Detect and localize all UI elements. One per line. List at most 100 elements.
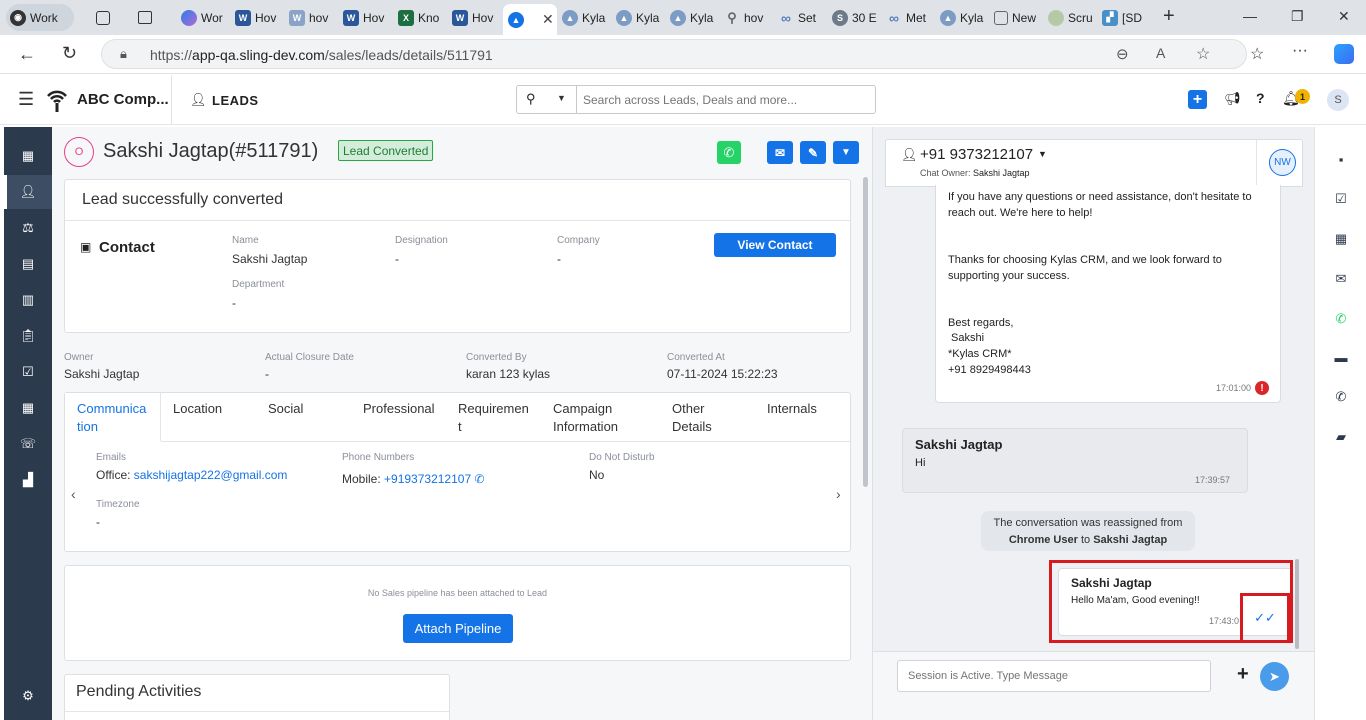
word-icon: W [289,9,305,26]
edit-button[interactable]: ✎ [800,141,826,164]
browser-tab[interactable]: W Hov [452,4,500,31]
tab-scroll-left-icon[interactable]: ‹ [71,486,76,502]
browser-tab[interactable]: X Kno [398,4,446,31]
tasks-check-icon[interactable]: ☑ [1333,191,1349,207]
browser-tab[interactable]: Scru [1048,4,1096,31]
tab-actions-button[interactable] [138,4,156,31]
kylas-icon: ▲ [670,9,686,26]
header-divider [171,75,172,124]
browser-tab[interactable]: ⚲ hov [724,4,772,31]
incoming-message: Sakshi Jagtap Hi 17:39:57 [902,428,1248,493]
url-field[interactable]: 🔒︎ https://app-qa.sling-dev.com/sales/le… [101,39,1247,69]
notes-icon[interactable]: ▪ [1333,151,1349,167]
dashboard-icon[interactable]: ▦ [19,147,37,165]
favorites-icon[interactable]: ☆ [1250,44,1264,64]
company-name[interactable]: ABC Comp... [77,91,169,108]
browser-tab[interactable]: Wor [181,4,227,31]
tab-requirement[interactable]: Requiremen t [458,400,529,436]
browser-tab[interactable]: New [994,4,1042,31]
browser-tab[interactable]: S 30 E [832,4,880,31]
search-input[interactable] [583,89,869,110]
message-input[interactable] [897,660,1211,692]
tasks-icon[interactable]: ☑ [19,363,37,381]
tab-professional[interactable]: Professional [363,400,435,418]
quick-add-button[interactable]: + [1188,90,1207,109]
message-time: 17:39:57 [1195,475,1231,485]
phone-link[interactable]: +919373212107 [384,472,471,486]
status-badge: Lead Converted [338,140,434,161]
new-tab-button[interactable]: + [1163,5,1175,28]
more-menu-icon[interactable]: ··· [1292,42,1308,60]
browser-tab[interactable]: ▲ Kyla [562,4,610,31]
user-avatar[interactable]: S [1327,89,1349,111]
browser-tab[interactable]: W Hov [343,4,391,31]
phone-selector-dropdown[interactable]: ▼ [1038,149,1047,159]
profile-button[interactable]: ◉ Work [6,4,74,31]
call-icon[interactable]: ✆ [474,472,484,486]
collections-button[interactable] [96,4,114,31]
browser-tab[interactable]: ∞ Met [886,4,934,31]
phone-icon[interactable]: ✆ [1333,389,1349,405]
leads-icon[interactable]: 👤︎ [19,183,37,201]
contact-card-icon: ▣ [80,240,92,254]
tab-other-details[interactable]: Other Details [672,400,712,436]
contacts-icon[interactable]: ▤ [19,255,37,273]
timezone-label: Timezone [96,499,140,510]
whatsapp-icon[interactable]: ✆ [1333,311,1349,327]
designation-value: - [395,252,399,266]
whatsapp-button[interactable]: ✆ [717,141,741,164]
tab-internals[interactable]: Internals [767,400,817,418]
copilot-icon[interactable] [1334,44,1354,64]
refresh-icon[interactable]: ↻ [62,43,77,64]
close-window-button[interactable]: ✕ [1338,8,1350,25]
copilot-icon [181,9,197,26]
search-scope-dropdown[interactable]: ▼ [557,93,566,103]
close-tab-icon[interactable]: ✕ [542,11,554,28]
browser-tab[interactable]: ∞ Set [778,4,826,31]
tab-location[interactable]: Location [173,400,222,418]
attach-pipeline-button[interactable]: Attach Pipeline [403,614,513,643]
browser-tab[interactable]: ▲ Kyla [616,4,664,31]
browser-tab-active[interactable]: ▲ ✕ [503,4,557,35]
restore-button[interactable]: ❐ [1291,8,1304,25]
main-scrollbar[interactable] [863,177,868,487]
failed-alert-icon[interactable]: ! [1255,381,1269,395]
message-sender: Sakshi Jagtap [915,437,1003,452]
browser-tab[interactable]: ▞ [SD [1102,4,1150,31]
browser-tab[interactable]: ▲ Kyla [940,4,988,31]
calendar-icon[interactable]: ▦ [19,399,37,417]
calls-icon[interactable]: ☏ [19,435,37,453]
deals-icon[interactable]: ⚖ [19,219,37,237]
announcement-icon[interactable]: 📢︎ [1224,91,1241,107]
more-actions-dropdown[interactable]: ▼ [833,141,859,164]
browser-tab[interactable]: W Hov [235,4,283,31]
favorite-star-icon[interactable]: ☆ [1196,44,1210,64]
tab-campaign-information[interactable]: Campaign Information [553,400,618,436]
help-icon[interactable]: ? [1256,90,1265,106]
view-contact-button[interactable]: View Contact [714,233,836,257]
browser-tab[interactable]: ▲ Kyla [670,4,718,31]
attach-plus-icon[interactable]: + [1237,664,1249,684]
hamburger-menu-icon[interactable]: ☰ [18,90,34,108]
folder-icon[interactable]: ▰ [1333,429,1349,445]
email-link[interactable]: sakshijagtap222@gmail.com [134,468,288,482]
minimize-button[interactable]: — [1243,8,1257,24]
agent-avatar[interactable]: NW [1269,149,1296,176]
settings-gear-icon[interactable]: ⚙ [19,687,37,705]
send-button[interactable]: ➤ [1260,662,1289,691]
tab-scroll-right-icon[interactable]: › [836,486,841,502]
clipboard-icon[interactable]: 📋︎ [19,327,37,345]
read-aloud-icon[interactable]: A [1156,45,1165,61]
email-button[interactable]: ✉ [767,141,793,164]
companies-icon[interactable]: ▥ [19,291,37,309]
tab-social[interactable]: Social [268,400,303,418]
chat-bubble-icon[interactable]: ▬ [1333,349,1349,365]
calendar-icon[interactable]: ▦ [1333,231,1349,247]
chat-scrollbar[interactable] [1295,559,1299,649]
back-arrow-icon[interactable]: ← [18,44,36,65]
email-icon[interactable]: ✉ [1333,271,1349,287]
tab-communication[interactable]: Communica tion [65,393,161,441]
zoom-icon[interactable]: ⊖ [1116,45,1129,63]
browser-tab[interactable]: Whov [289,4,337,31]
reports-icon[interactable]: ▟ [19,471,37,489]
